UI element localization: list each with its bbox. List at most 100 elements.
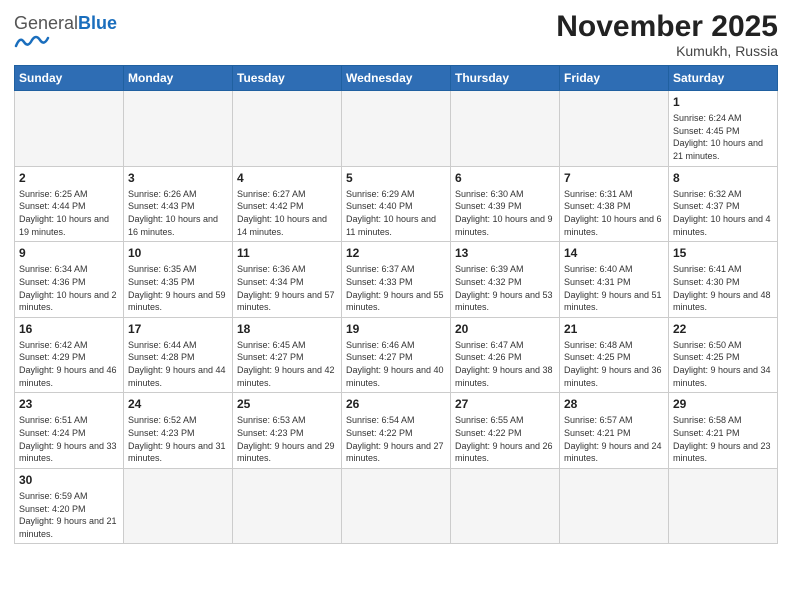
sun-info: Sunrise: 6:57 AM Sunset: 4:21 PM Dayligh… bbox=[564, 414, 664, 464]
table-row bbox=[669, 468, 778, 544]
sun-info: Sunrise: 6:54 AM Sunset: 4:22 PM Dayligh… bbox=[346, 414, 446, 464]
sun-info: Sunrise: 6:32 AM Sunset: 4:37 PM Dayligh… bbox=[673, 188, 773, 238]
table-row bbox=[342, 91, 451, 167]
table-row: 29 Sunrise: 6:58 AM Sunset: 4:21 PM Dayli… bbox=[669, 393, 778, 469]
table-row bbox=[451, 91, 560, 167]
day-number: 10 bbox=[128, 245, 228, 261]
table-row: 13 Sunrise: 6:39 AM Sunset: 4:32 PM Dayli… bbox=[451, 242, 560, 318]
month-title: November 2025 bbox=[556, 10, 778, 43]
day-number: 5 bbox=[346, 170, 446, 186]
day-number: 30 bbox=[19, 472, 119, 488]
day-number: 9 bbox=[19, 245, 119, 261]
day-number: 4 bbox=[237, 170, 337, 186]
logo-wave-icon bbox=[14, 32, 50, 50]
day-number: 13 bbox=[455, 245, 555, 261]
day-number: 25 bbox=[237, 396, 337, 412]
day-number: 8 bbox=[673, 170, 773, 186]
sun-info: Sunrise: 6:41 AM Sunset: 4:30 PM Dayligh… bbox=[673, 263, 773, 313]
day-number: 19 bbox=[346, 321, 446, 337]
sun-info: Sunrise: 6:24 AM Sunset: 4:45 PM Dayligh… bbox=[673, 112, 773, 162]
table-row: 30 Sunrise: 6:59 AM Sunset: 4:20 PM Dayli… bbox=[15, 468, 124, 544]
table-row bbox=[560, 468, 669, 544]
day-number: 18 bbox=[237, 321, 337, 337]
header-wednesday: Wednesday bbox=[342, 66, 451, 91]
day-number: 23 bbox=[19, 396, 119, 412]
sun-info: Sunrise: 6:44 AM Sunset: 4:28 PM Dayligh… bbox=[128, 339, 228, 389]
day-number: 17 bbox=[128, 321, 228, 337]
sun-info: Sunrise: 6:48 AM Sunset: 4:25 PM Dayligh… bbox=[564, 339, 664, 389]
sun-info: Sunrise: 6:37 AM Sunset: 4:33 PM Dayligh… bbox=[346, 263, 446, 313]
day-number: 11 bbox=[237, 245, 337, 261]
table-row: 17 Sunrise: 6:44 AM Sunset: 4:28 PM Dayli… bbox=[124, 317, 233, 393]
table-row: 11 Sunrise: 6:36 AM Sunset: 4:34 PM Dayli… bbox=[233, 242, 342, 318]
table-row bbox=[342, 468, 451, 544]
sun-info: Sunrise: 6:51 AM Sunset: 4:24 PM Dayligh… bbox=[19, 414, 119, 464]
table-row: 24 Sunrise: 6:52 AM Sunset: 4:23 PM Dayli… bbox=[124, 393, 233, 469]
table-row: 10 Sunrise: 6:35 AM Sunset: 4:35 PM Dayli… bbox=[124, 242, 233, 318]
table-row bbox=[15, 91, 124, 167]
day-number: 24 bbox=[128, 396, 228, 412]
page-header: GeneralBlue November 2025 Kumukh, Russia bbox=[14, 10, 778, 59]
day-number: 27 bbox=[455, 396, 555, 412]
header-tuesday: Tuesday bbox=[233, 66, 342, 91]
header-monday: Monday bbox=[124, 66, 233, 91]
sun-info: Sunrise: 6:52 AM Sunset: 4:23 PM Dayligh… bbox=[128, 414, 228, 464]
sun-info: Sunrise: 6:31 AM Sunset: 4:38 PM Dayligh… bbox=[564, 188, 664, 238]
table-row: 12 Sunrise: 6:37 AM Sunset: 4:33 PM Dayli… bbox=[342, 242, 451, 318]
day-number: 21 bbox=[564, 321, 664, 337]
day-number: 15 bbox=[673, 245, 773, 261]
sun-info: Sunrise: 6:26 AM Sunset: 4:43 PM Dayligh… bbox=[128, 188, 228, 238]
header-sunday: Sunday bbox=[15, 66, 124, 91]
table-row: 18 Sunrise: 6:45 AM Sunset: 4:27 PM Dayli… bbox=[233, 317, 342, 393]
sun-info: Sunrise: 6:45 AM Sunset: 4:27 PM Dayligh… bbox=[237, 339, 337, 389]
table-row: 22 Sunrise: 6:50 AM Sunset: 4:25 PM Dayli… bbox=[669, 317, 778, 393]
table-row: 2Sunrise: 6:25 AM Sunset: 4:44 PM Daylig… bbox=[15, 166, 124, 242]
day-number: 22 bbox=[673, 321, 773, 337]
table-row bbox=[233, 468, 342, 544]
sun-info: Sunrise: 6:53 AM Sunset: 4:23 PM Dayligh… bbox=[237, 414, 337, 464]
table-row: 3Sunrise: 6:26 AM Sunset: 4:43 PM Daylig… bbox=[124, 166, 233, 242]
header-thursday: Thursday bbox=[451, 66, 560, 91]
table-row bbox=[124, 468, 233, 544]
sun-info: Sunrise: 6:42 AM Sunset: 4:29 PM Dayligh… bbox=[19, 339, 119, 389]
table-row: 9Sunrise: 6:34 AM Sunset: 4:36 PM Daylig… bbox=[15, 242, 124, 318]
table-row: 25 Sunrise: 6:53 AM Sunset: 4:23 PM Dayli… bbox=[233, 393, 342, 469]
table-row: 19 Sunrise: 6:46 AM Sunset: 4:27 PM Dayli… bbox=[342, 317, 451, 393]
table-row bbox=[233, 91, 342, 167]
day-number: 12 bbox=[346, 245, 446, 261]
sun-info: Sunrise: 6:59 AM Sunset: 4:20 PM Dayligh… bbox=[19, 490, 119, 540]
table-row: 23 Sunrise: 6:51 AM Sunset: 4:24 PM Dayli… bbox=[15, 393, 124, 469]
table-row: 7 Sunrise: 6:31 AM Sunset: 4:38 PM Daylig… bbox=[560, 166, 669, 242]
day-number: 2 bbox=[19, 170, 119, 186]
day-number: 28 bbox=[564, 396, 664, 412]
table-row: 15 Sunrise: 6:41 AM Sunset: 4:30 PM Dayli… bbox=[669, 242, 778, 318]
sun-info: Sunrise: 6:47 AM Sunset: 4:26 PM Dayligh… bbox=[455, 339, 555, 389]
logo: GeneralBlue bbox=[14, 14, 117, 55]
table-row: 1Sunrise: 6:24 AM Sunset: 4:45 PM Daylig… bbox=[669, 91, 778, 167]
sun-info: Sunrise: 6:58 AM Sunset: 4:21 PM Dayligh… bbox=[673, 414, 773, 464]
table-row bbox=[124, 91, 233, 167]
day-number: 26 bbox=[346, 396, 446, 412]
table-row: 26 Sunrise: 6:54 AM Sunset: 4:22 PM Dayli… bbox=[342, 393, 451, 469]
location: Kumukh, Russia bbox=[556, 43, 778, 59]
day-number: 14 bbox=[564, 245, 664, 261]
table-row: 28 Sunrise: 6:57 AM Sunset: 4:21 PM Dayli… bbox=[560, 393, 669, 469]
sun-info: Sunrise: 6:35 AM Sunset: 4:35 PM Dayligh… bbox=[128, 263, 228, 313]
table-row: 16Sunrise: 6:42 AM Sunset: 4:29 PM Dayli… bbox=[15, 317, 124, 393]
day-number: 20 bbox=[455, 321, 555, 337]
table-row: 8 Sunrise: 6:32 AM Sunset: 4:37 PM Daylig… bbox=[669, 166, 778, 242]
day-number: 29 bbox=[673, 396, 773, 412]
sun-info: Sunrise: 6:46 AM Sunset: 4:27 PM Dayligh… bbox=[346, 339, 446, 389]
sun-info: Sunrise: 6:30 AM Sunset: 4:39 PM Dayligh… bbox=[455, 188, 555, 238]
logo-blue: Blue bbox=[78, 13, 117, 33]
day-number: 6 bbox=[455, 170, 555, 186]
sun-info: Sunrise: 6:39 AM Sunset: 4:32 PM Dayligh… bbox=[455, 263, 555, 313]
header-saturday: Saturday bbox=[669, 66, 778, 91]
table-row: 21 Sunrise: 6:48 AM Sunset: 4:25 PM Dayli… bbox=[560, 317, 669, 393]
sun-info: Sunrise: 6:29 AM Sunset: 4:40 PM Dayligh… bbox=[346, 188, 446, 238]
table-row: 20 Sunrise: 6:47 AM Sunset: 4:26 PM Dayli… bbox=[451, 317, 560, 393]
sun-info: Sunrise: 6:50 AM Sunset: 4:25 PM Dayligh… bbox=[673, 339, 773, 389]
sun-info: Sunrise: 6:36 AM Sunset: 4:34 PM Dayligh… bbox=[237, 263, 337, 313]
day-number: 7 bbox=[564, 170, 664, 186]
weekday-header-row: Sunday Monday Tuesday Wednesday Thursday… bbox=[15, 66, 778, 91]
